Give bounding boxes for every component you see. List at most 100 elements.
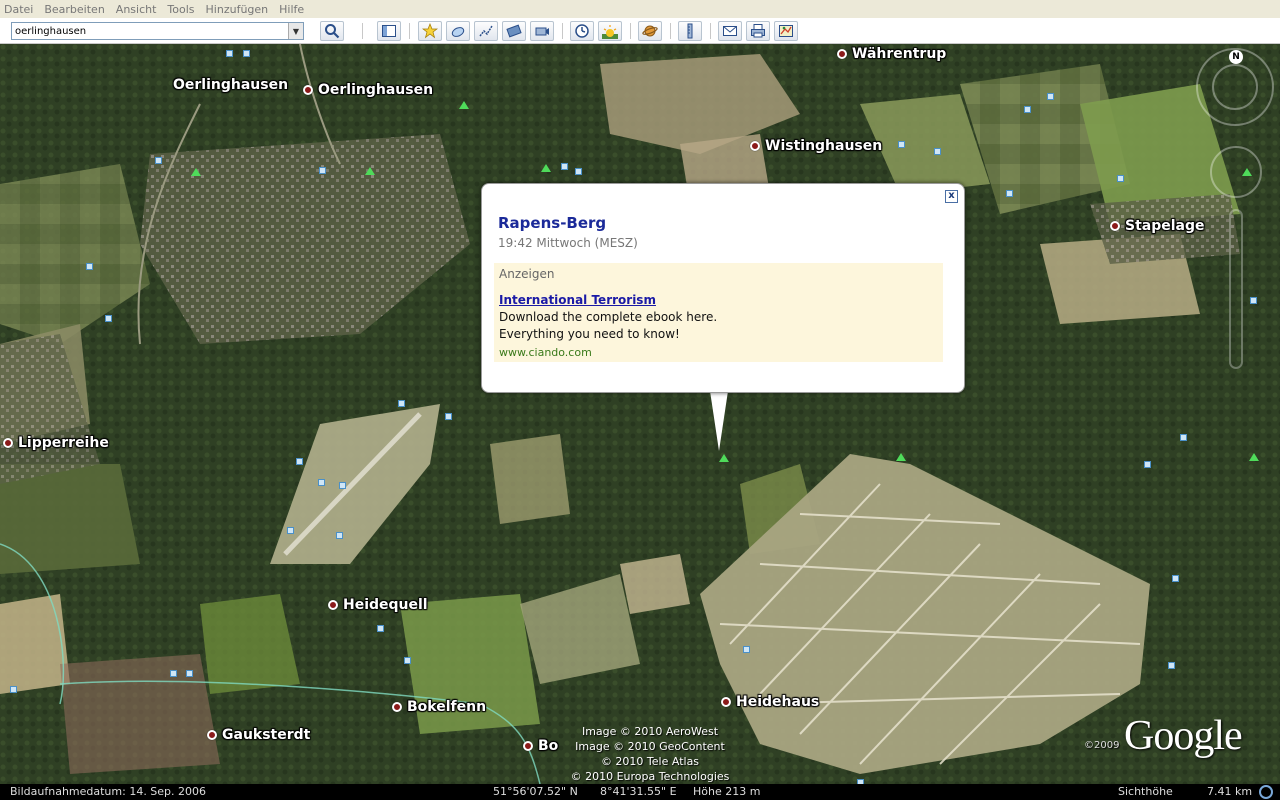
record-tour-button[interactable]: [530, 21, 554, 41]
poi-icon[interactable]: [1006, 190, 1013, 197]
printer-icon: [751, 24, 765, 38]
poi-icon[interactable]: [743, 646, 750, 653]
poi-icon[interactable]: [186, 670, 193, 677]
poi-icon[interactable]: [1144, 461, 1151, 468]
balloon-subtitle: 19:42 Mittwoch (MESZ): [498, 236, 638, 250]
view-in-maps-button[interactable]: [774, 21, 798, 41]
place-stapelage[interactable]: Stapelage: [1110, 218, 1205, 234]
switch-planet-button[interactable]: [638, 21, 662, 41]
north-indicator[interactable]: N: [1229, 50, 1243, 64]
poi-icon[interactable]: [1168, 662, 1175, 669]
map-icon: [779, 25, 793, 37]
poi-icon[interactable]: [155, 157, 162, 164]
peak-icon[interactable]: [541, 164, 551, 172]
place-heidehaus[interactable]: Heidehaus: [721, 694, 819, 710]
poi-icon[interactable]: [10, 686, 17, 693]
menu-hilfe[interactable]: Hilfe: [279, 3, 304, 16]
peak-icon[interactable]: [719, 454, 729, 462]
ruler-button[interactable]: [678, 21, 702, 41]
poi-icon[interactable]: [1024, 106, 1031, 113]
place-oerlinghausen[interactable]: Oerlinghausen: [303, 82, 433, 98]
poi-icon[interactable]: [1250, 297, 1257, 304]
poi-icon[interactable]: [898, 141, 905, 148]
menu-datei[interactable]: Datei: [4, 3, 33, 16]
poi-icon[interactable]: [339, 482, 346, 489]
move-joystick[interactable]: [1210, 146, 1262, 198]
add-polygon-button[interactable]: [446, 21, 470, 41]
poi-icon[interactable]: [1172, 575, 1179, 582]
look-joystick-center[interactable]: [1212, 64, 1258, 110]
place-lipperreihe[interactable]: Lipperreihe: [3, 435, 109, 451]
google-logo: Google: [1124, 713, 1243, 759]
search-icon: [325, 24, 340, 39]
poi-icon[interactable]: [934, 148, 941, 155]
menu-bar: Datei Bearbeiten Ansicht Tools Hinzufüge…: [0, 0, 1280, 18]
poi-icon[interactable]: [1180, 434, 1187, 441]
close-icon[interactable]: x: [945, 190, 958, 203]
place-marker-icon: [392, 702, 402, 712]
place-label: Oerlinghausen: [173, 77, 289, 93]
poi-icon[interactable]: [398, 400, 405, 407]
print-button[interactable]: [746, 21, 770, 41]
poi-icon[interactable]: [226, 50, 233, 57]
place-label: Gauksterdt: [222, 727, 311, 743]
search-dropdown-button[interactable]: ▼: [288, 23, 303, 39]
menu-tools[interactable]: Tools: [167, 3, 194, 16]
add-path-button[interactable]: [474, 21, 498, 41]
poi-icon[interactable]: [1117, 175, 1124, 182]
place-marker-icon: [1110, 221, 1120, 231]
add-overlay-button[interactable]: [502, 21, 526, 41]
ad-text-line-1: Download the complete ebook here.: [499, 310, 718, 324]
poi-icon[interactable]: [170, 670, 177, 677]
peak-icon[interactable]: [191, 168, 201, 176]
poi-icon[interactable]: [105, 315, 112, 322]
peak-icon[interactable]: [896, 453, 906, 461]
place-waehrentrup[interactable]: Währentrup: [837, 46, 946, 62]
poi-icon[interactable]: [243, 50, 250, 57]
ad-title-link[interactable]: International Terrorism: [499, 293, 656, 307]
historical-imagery-button[interactable]: [570, 21, 594, 41]
poi-icon[interactable]: [377, 625, 384, 632]
poi-icon[interactable]: [575, 168, 582, 175]
copyright-year: ©2009: [1084, 740, 1120, 751]
poi-icon[interactable]: [336, 532, 343, 539]
place-wistinghausen[interactable]: Wistinghausen: [750, 138, 882, 154]
ad-label: Anzeigen: [499, 267, 555, 281]
balloon-title: Rapens-Berg: [498, 214, 607, 232]
poi-icon[interactable]: [319, 167, 326, 174]
place-marker-icon: [750, 141, 760, 151]
poi-icon[interactable]: [287, 527, 294, 534]
menu-bearbeiten[interactable]: Bearbeiten: [44, 3, 104, 16]
poi-icon[interactable]: [1047, 93, 1054, 100]
poi-icon[interactable]: [404, 657, 411, 664]
add-placemark-button[interactable]: [418, 21, 442, 41]
sunlight-button[interactable]: [598, 21, 622, 41]
search-input[interactable]: oerlinghausen ▼: [11, 22, 304, 40]
credit-line: Image © 2010 AeroWest: [581, 725, 719, 738]
email-button[interactable]: [718, 21, 742, 41]
poi-icon[interactable]: [318, 479, 325, 486]
toolbar-separator: [710, 23, 711, 39]
ad-url-link[interactable]: www.ciando.com: [499, 346, 592, 359]
peak-icon[interactable]: [459, 101, 469, 109]
clock-icon: [575, 24, 589, 38]
place-oerlinghausen-left[interactable]: Oerlinghausen: [173, 77, 288, 93]
peak-icon[interactable]: [1249, 453, 1259, 461]
poi-icon[interactable]: [561, 163, 568, 170]
search-button[interactable]: [320, 21, 344, 41]
sidebar-toggle-button[interactable]: [377, 21, 401, 41]
peak-icon[interactable]: [365, 167, 375, 175]
menu-hinzufuegen[interactable]: Hinzufügen: [206, 3, 269, 16]
place-label: Heidequell: [343, 597, 428, 613]
place-bokelfenn[interactable]: Bokelfenn: [392, 699, 486, 715]
menu-ansicht[interactable]: Ansicht: [116, 3, 157, 16]
place-heidequell[interactable]: Heidequell: [328, 597, 428, 613]
map-view[interactable]: Oerlinghausen Oerlinghausen Währentrup W…: [0, 44, 1280, 784]
place-label: Oerlinghausen: [318, 82, 434, 98]
zoom-slider[interactable]: [1229, 209, 1243, 369]
poi-icon[interactable]: [86, 263, 93, 270]
place-gauksterdt[interactable]: Gauksterdt: [207, 727, 310, 743]
poi-icon[interactable]: [296, 458, 303, 465]
toolbar-separator: [362, 23, 363, 39]
poi-icon[interactable]: [445, 413, 452, 420]
